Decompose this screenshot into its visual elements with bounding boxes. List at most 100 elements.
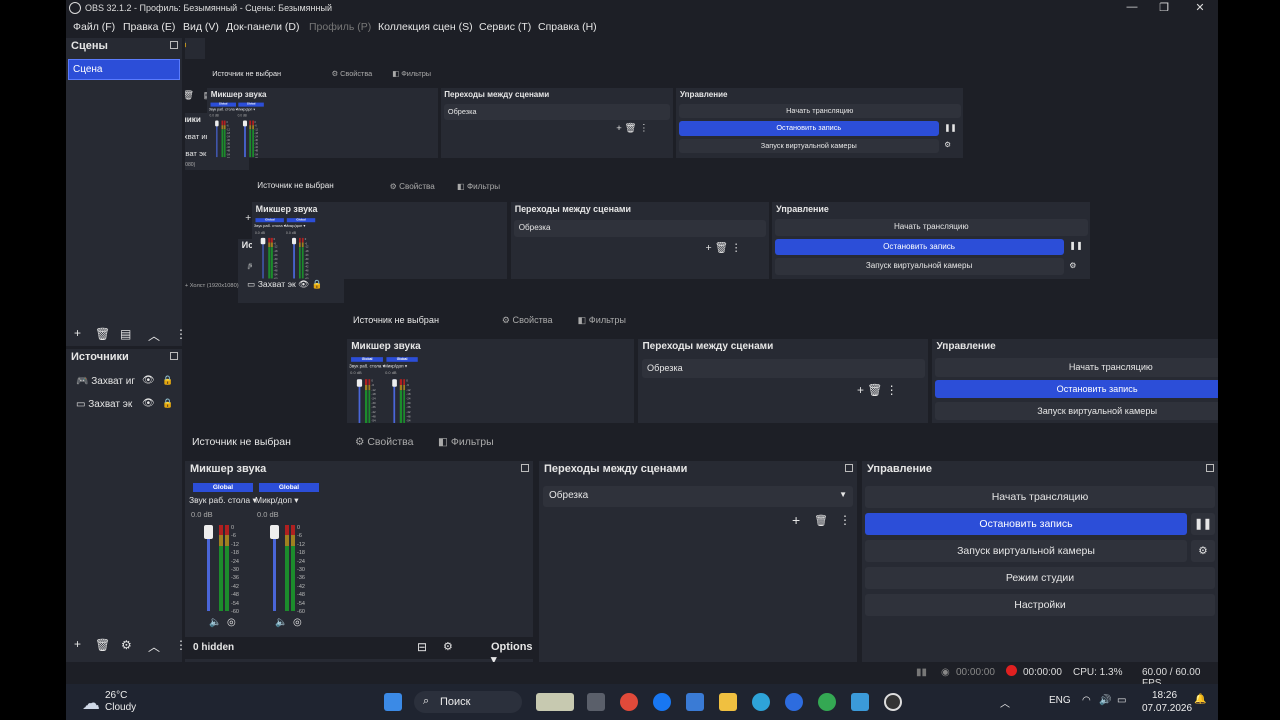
folder-icon[interactable] [719,693,737,711]
global-tab[interactable]: Global [210,102,236,107]
add-icon[interactable]: + [792,512,800,528]
gear-icon[interactable]: ⚙ [1069,260,1076,270]
menu-item[interactable]: Справка (H) [538,21,597,33]
properties-button[interactable]: ⚙ Свойства [332,69,373,78]
undock-icon[interactable] [521,464,529,472]
scene-item[interactable]: Сцена [68,59,180,80]
start-stream-button[interactable]: Начать трансляцию [678,103,962,119]
preview-canvas[interactable]: +🗑▤︿⋮Источники🎮 Захват иг 👁 🔒▭ Захват эк… [185,38,1218,423]
undock-icon[interactable] [1206,464,1214,472]
close-button[interactable]: ✕ [1190,1,1210,16]
global-tab[interactable]: Global [238,102,264,107]
chevron-up-icon[interactable]: ︿ [1000,695,1010,710]
lock-icon[interactable]: 🔒 [162,398,173,409]
stop-record-button[interactable]: Остановить запись [678,121,940,136]
chrome-alt-icon[interactable] [818,693,836,711]
level-meter [249,124,252,129]
eye-icon[interactable]: 👁 [142,398,155,409]
add-icon[interactable]: + [74,326,81,340]
trash-icon[interactable]: 🗑 [95,327,110,341]
menu-item[interactable]: Файл (F) [73,21,115,33]
stop-record-button[interactable]: Остановить запись [865,513,1187,535]
meter-tick: -30 [231,567,239,573]
menu-dots-icon[interactable]: ⋮ [175,638,182,652]
edge-icon[interactable] [752,693,770,711]
gear-icon[interactable]: ⚙ [1191,540,1215,562]
menu-item[interactable]: Вид (V) [183,21,219,33]
volume-icon[interactable]: 🔊 [1099,695,1111,706]
undock-icon[interactable] [845,464,853,472]
menu-item[interactable]: Сервис (T) [479,21,531,33]
options-button[interactable]: Options ▾ [491,641,533,664]
menu-dots-icon[interactable]: ⋮ [839,513,851,527]
lock-icon[interactable]: 🔒 [162,375,173,386]
virtual-camera-button[interactable]: Запуск виртуальной камеры [678,138,940,154]
language[interactable]: ENG [1049,695,1071,706]
search-box[interactable]: ⌕ Поиск [414,691,522,713]
meter-tick: -6 [254,123,257,127]
taskview-icon[interactable] [587,693,605,711]
source-item[interactable]: ▭ Захват эк [76,399,132,410]
menu-item[interactable]: Правка (E) [123,21,175,33]
undock-icon[interactable] [170,352,178,360]
filters-button[interactable]: ◧ Фильтры [438,436,494,448]
source-item[interactable]: ▭ Захват эк 👁 🔒 [185,40,188,48]
gear-icon[interactable]: ⚙ [944,140,951,149]
transition-toolbar[interactable]: + 🗑 ⋮ [616,123,648,134]
maximize-icon[interactable]: ❐ [1154,1,1174,16]
virtual-camera-button[interactable]: Запуск виртуальной камеры [865,540,1187,562]
notification-icon[interactable]: 🔔 [1194,694,1206,705]
search-label: Поиск [440,696,471,708]
up-icon[interactable]: ︿ [148,327,160,344]
source-item[interactable]: 🎮 Захват иг [76,376,135,387]
speaker-icon[interactable]: 🔈 [209,617,221,628]
up-icon[interactable]: ︿ [148,638,160,655]
add-icon[interactable]: + [74,637,81,651]
obs-taskbar-icon[interactable] [884,693,902,711]
widget-icon[interactable] [536,693,574,711]
studio-mode-button[interactable]: Режим студии [865,567,1215,589]
filter-icon[interactable]: ▤ [120,327,131,341]
trash-icon[interactable]: 🗑 [814,514,828,527]
battery-icon[interactable]: ▭ [1117,695,1126,706]
app-icon[interactable] [851,693,869,711]
layout-icon[interactable]: ⊟ [417,640,427,654]
pause-icon[interactable]: ❚❚ [1191,513,1215,535]
speaker-icon[interactable]: 🔈 [275,617,287,628]
headphones-icon[interactable]: ◎ [293,617,302,628]
eye-icon[interactable]: 👁 [142,375,155,386]
slider-handle[interactable] [243,120,247,127]
transition-select[interactable]: Обрезка [443,104,671,120]
menu-dots-icon[interactable]: ⋮ [175,327,182,341]
minimize-button[interactable]: — [1122,1,1142,16]
slider-handle[interactable] [270,525,279,539]
menu-item[interactable]: Профиль (P) [309,21,371,33]
properties-button[interactable]: ⚙ Свойства [355,436,413,448]
store-icon[interactable] [686,693,704,711]
menu-item[interactable]: Коллекция сцен (S) [378,21,473,33]
transition-select[interactable]: Обрезка ▼ [543,486,853,507]
start-stream-button[interactable]: Начать трансляцию [865,486,1215,508]
windows-start-icon[interactable] [384,693,402,711]
chrome-icon[interactable] [620,693,638,711]
slider-handle[interactable] [204,525,213,539]
meter-tick: -6 [226,123,229,127]
filters-button[interactable]: ◧ Фильтры [392,69,431,78]
gear-icon[interactable]: ⚙ [121,638,132,652]
facebook-icon[interactable] [653,693,671,711]
undock-icon[interactable] [170,41,178,49]
trash-icon[interactable]: 🗑 [95,638,110,652]
no-source-label: Источник не выбран [192,436,291,448]
pause-icon[interactable]: ❚❚ [944,123,956,132]
monitor-icon: ▭ [76,399,86,410]
mixer-settings-icon[interactable]: ⚙ [443,640,453,653]
global-tab[interactable]: Global [259,483,319,492]
menu-item[interactable]: Док-панели (D) [226,21,299,33]
slider-handle[interactable] [215,120,219,127]
headphones-icon[interactable]: ◎ [227,617,236,628]
global-tab[interactable]: Global [193,483,253,492]
zoom-icon[interactable] [785,693,803,711]
wifi-icon[interactable]: ◠ [1082,695,1091,706]
settings-button[interactable]: Настройки [865,594,1215,616]
pause-icon[interactable]: ❚❚ [1069,240,1083,250]
